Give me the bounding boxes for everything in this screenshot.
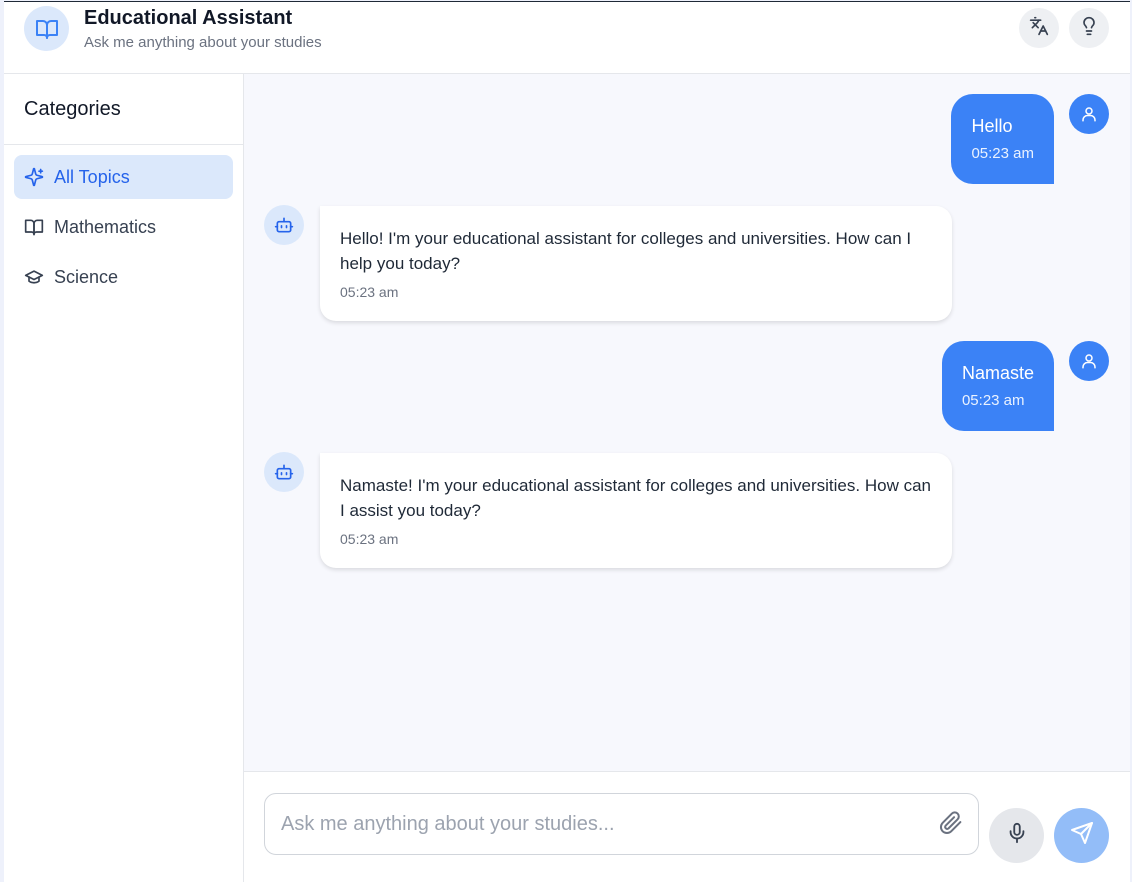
- translate-button[interactable]: [1019, 8, 1059, 48]
- message-time: 05:23 am: [340, 284, 399, 300]
- composer: [244, 771, 1130, 882]
- sidebar-item-all-topics[interactable]: All Topics: [14, 155, 233, 199]
- send-icon: [1070, 821, 1094, 850]
- app-title: Educational Assistant: [84, 7, 293, 29]
- graduation-cap-icon: [24, 267, 44, 287]
- message-text: Namaste! I'm your educational assistant …: [340, 476, 931, 520]
- paperclip-icon[interactable]: [938, 810, 964, 836]
- send-button[interactable]: [1054, 808, 1109, 863]
- sparkles-icon: [24, 167, 44, 187]
- lightbulb-icon: [1079, 16, 1099, 41]
- message-time: 05:23 am: [340, 531, 399, 547]
- user-avatar-icon: [1069, 94, 1109, 134]
- bot-avatar-icon: [264, 452, 304, 492]
- message-text: Namaste: [961, 363, 1034, 383]
- sidebar: Categories All Topics Mathematics Scienc…: [4, 74, 244, 882]
- user-message: Hello 05:23 am: [951, 94, 1054, 184]
- header: Educational Assistant Ask me anything ab…: [4, 2, 1130, 74]
- sidebar-item-label: Science: [54, 266, 119, 287]
- message-input-box: [264, 793, 979, 855]
- microphone-icon: [1006, 822, 1028, 849]
- app-window: Educational Assistant Ask me anything ab…: [4, 1, 1130, 882]
- message-time: 05:23 am: [961, 392, 1025, 409]
- bot-avatar-icon: [264, 205, 304, 245]
- app-subtitle: Ask me anything about your studies: [84, 34, 322, 51]
- sidebar-item-label: All Topics: [54, 166, 130, 187]
- chat-area: Hello 05:23 am Hello! I'm your education…: [244, 74, 1130, 771]
- message-time: 05:23 am: [971, 145, 1034, 162]
- open-book-icon: [24, 217, 44, 237]
- bot-message: Hello! I'm your educational assistant fo…: [320, 206, 952, 321]
- divider: [4, 144, 243, 145]
- tips-button[interactable]: [1069, 8, 1109, 48]
- categories-title: Categories: [24, 98, 121, 120]
- user-message: Namaste 05:23 am: [941, 341, 1054, 431]
- microphone-button[interactable]: [989, 808, 1044, 863]
- user-avatar-icon: [1069, 341, 1109, 381]
- message-input[interactable]: [281, 794, 921, 854]
- sidebar-item-mathematics[interactable]: Mathematics: [14, 205, 233, 249]
- bot-message: Namaste! I'm your educational assistant …: [320, 453, 952, 568]
- message-text: Hello! I'm your educational assistant fo…: [340, 229, 912, 273]
- sidebar-item-label: Mathematics: [54, 216, 157, 237]
- translate-icon: [1029, 16, 1049, 41]
- open-book-icon: [24, 6, 69, 51]
- message-text: Hello: [971, 116, 1013, 136]
- sidebar-item-science[interactable]: Science: [14, 255, 233, 299]
